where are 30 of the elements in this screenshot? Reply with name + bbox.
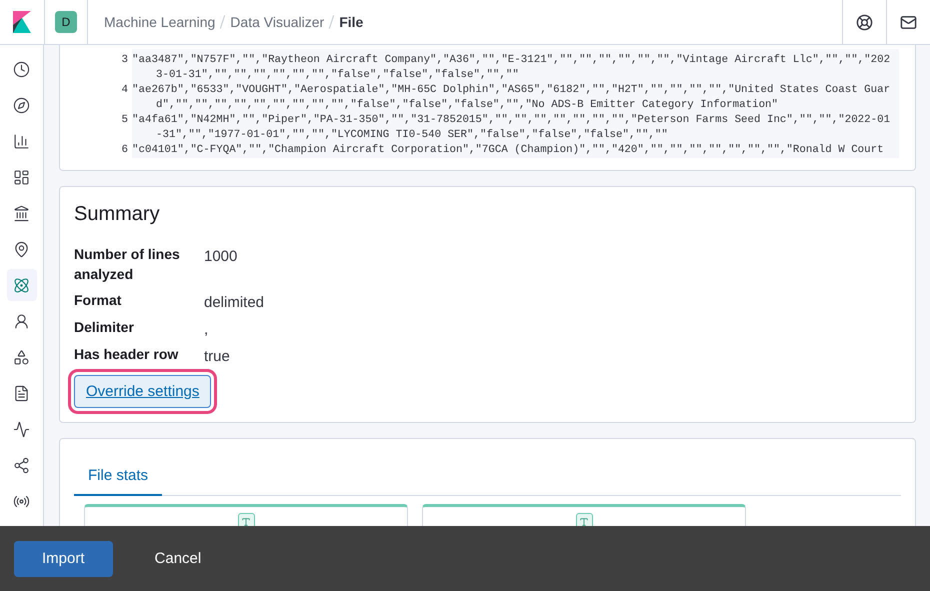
code-line: "ae267b","6533","VOUGHT","Aerospatiale","MH-65C Dolphin","AS65","6182","","H2T","","","","","United States Coast Guard","","","","","","","","","","false","false","false","","No ADS-B Emitter Category Information" — [132, 83, 892, 113]
line-number: 6 — [120, 143, 128, 158]
code-line: "aa3487","N757F","","Raytheon Aircraft Company","A36","","E-3121","","","","","","","Vintage Aircraft Llc","","","2023-01-31","","","","","","","false","false","false","","" — [132, 53, 892, 83]
breadcrumb: File — [339, 14, 364, 30]
breadcrumb[interactable]: Machine Learning — [104, 14, 216, 30]
breadcrumb[interactable]: Data Visualizer — [230, 14, 324, 30]
logo-icon[interactable] — [13, 11, 31, 33]
code-line: "a4fa61","N42MH","","Piper","PA-31-350","","31-7852015","","","","","","","","Peterson Farms Seed Inc","","","2022-01-31","","1977-01-01","","","LYCOMING TI0-540 SER","false","false","false","","" — [132, 113, 892, 143]
summary-value: 1000 — [204, 247, 238, 267]
summary-label: Number of lines analyzed — [74, 245, 181, 284]
summary-value: true — [204, 347, 231, 365]
line-number: 3 — [120, 53, 128, 68]
cancel-button[interactable]: Cancel — [126, 540, 230, 576]
help-icon[interactable] — [856, 14, 873, 30]
summary-title: Summary — [74, 203, 161, 226]
text-type-icon — [576, 513, 592, 526]
file-stats-tab[interactable]: File stats — [74, 461, 162, 496]
summary-value: , — [204, 320, 210, 338]
mail-icon[interactable] — [900, 14, 917, 30]
line-number: 4 — [120, 83, 128, 98]
summary-label: Has header row — [74, 345, 180, 364]
atom-icon[interactable] — [6, 269, 36, 301]
summary-value: delimited — [204, 293, 266, 311]
text-type-icon — [238, 513, 254, 526]
summary-label: Format — [74, 291, 122, 310]
line-number: 5 — [120, 113, 128, 128]
space-avatar[interactable]: D — [55, 11, 77, 33]
code-line: "c04101","C-FYQA","","Champion Aircraft Corporation","7GCA (Champion)","","420","","","","","","","","Ronald W Court — [132, 143, 884, 158]
summary-label: Delimiter — [74, 318, 135, 337]
import-button[interactable]: Import — [14, 540, 113, 576]
